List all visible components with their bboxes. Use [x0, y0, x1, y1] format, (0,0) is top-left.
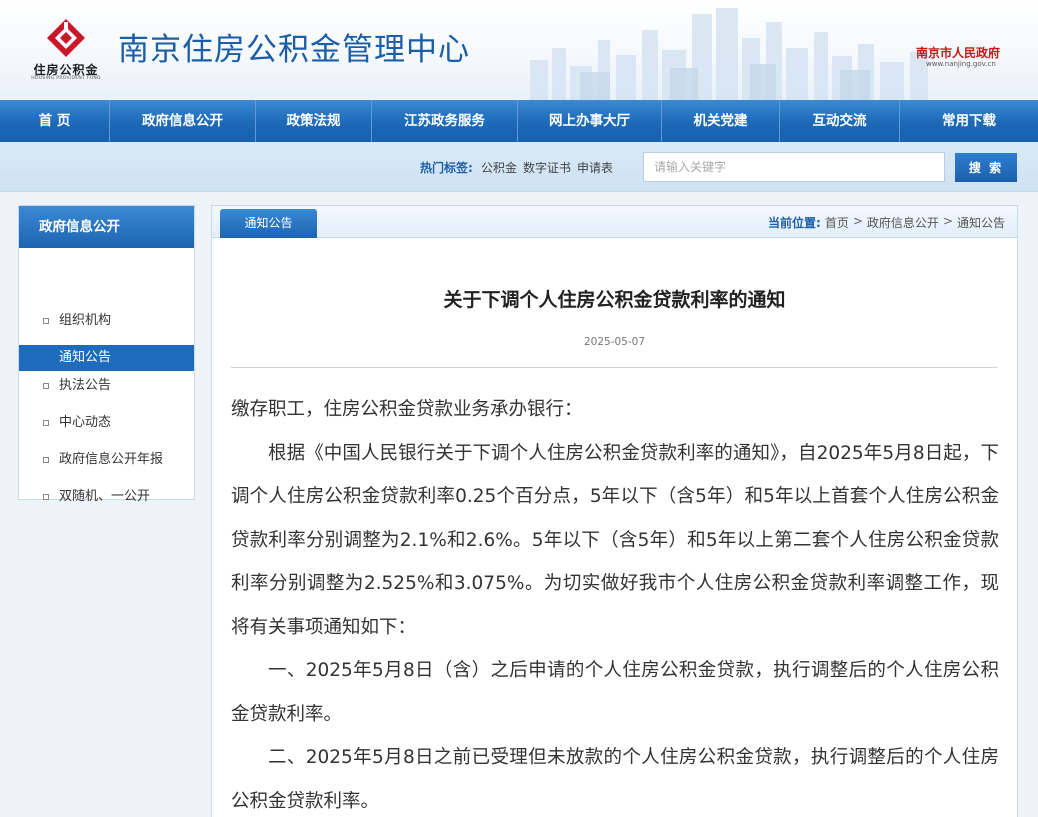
article-paragraph: 一、2025年5月8日（含）之后申请的个人住房公积金贷款，执行调整后的个人住房公… [231, 660, 999, 725]
site-title: 南京住房公积金管理中心 [118, 32, 470, 68]
title-divider [231, 367, 998, 368]
gov-url: www.nanjing.gov.cn [926, 60, 996, 68]
sidebar-item-enforcement[interactable]: 执法公告 [19, 373, 194, 399]
article-paragraph: 根据《中国人民银行关于下调个人住房公积金贷款利率的通知》，自2025年5月8日起… [231, 442, 999, 638]
article-salutation: 缴存职工，住房公积金贷款业务承办银行： [231, 399, 583, 420]
search-bar: 热门标签: 公积金 数字证书 申请表 搜 索 [0, 142, 1038, 192]
nav-item-home[interactable]: 首 页 [0, 100, 110, 142]
hot-tag[interactable]: 数字证书 [523, 159, 571, 176]
sidebar-item-label: 通知公告 [59, 350, 112, 365]
square-bullet-icon [43, 494, 49, 500]
sidebar-title: 政府信息公开 [19, 206, 194, 248]
sidebar-item-random-inspection[interactable]: 双随机、一公开 [19, 484, 194, 510]
nav-item-gov-info[interactable]: 政府信息公开 [110, 100, 256, 142]
content-header-bar: 通知公告 当前位置: 首页 > 政府信息公开 > 通知公告 [212, 206, 1017, 238]
nav-item-jiangsu-service[interactable]: 江苏政务服务 [372, 100, 518, 142]
housing-fund-logo-icon [47, 19, 85, 57]
sidebar-item-notices[interactable]: 通知公告 [19, 345, 194, 371]
search-input[interactable] [643, 152, 945, 182]
nav-item-policy[interactable]: 政策法规 [256, 100, 372, 142]
city-skyline-graphic [530, 8, 928, 100]
square-bullet-icon [43, 318, 49, 324]
breadcrumb-separator: > [942, 214, 953, 228]
sidebar-item-news[interactable]: 中心动态 [19, 410, 194, 436]
sidebar-item-label: 中心动态 [59, 415, 112, 430]
breadcrumb-link-home[interactable]: 首页 [825, 214, 849, 231]
gov-name: 南京市人民政府 [916, 46, 1001, 60]
logo-text-en: HOUSING PROVIDENT FUND [31, 76, 101, 81]
hot-tags: 公积金 数字证书 申请表 [481, 159, 613, 176]
article-paragraph: 二、2025年5月8日之前已受理但未放款的个人住房公积金贷款，执行调整后的个人住… [231, 747, 999, 812]
square-bullet-icon [43, 383, 49, 389]
sidebar-item-label: 政府信息公开年报 [59, 452, 164, 467]
sidebar: 政府信息公开 组织机构 通知公告 执法公告 中心动态 政府信息公开年报 双随机、… [18, 205, 195, 504]
square-bullet-icon [43, 457, 49, 463]
site-header: 住房公积金 HOUSING PROVIDENT FUND 南京住房公积金管理中心… [0, 0, 1038, 100]
nav-item-downloads[interactable]: 常用下载 [900, 100, 1038, 142]
breadcrumb-label: 当前位置: [768, 216, 821, 230]
hot-tag[interactable]: 申请表 [577, 159, 613, 176]
search-button[interactable]: 搜 索 [955, 153, 1017, 182]
breadcrumb-link-notices[interactable]: 通知公告 [957, 214, 1005, 231]
nav-item-interaction[interactable]: 互动交流 [780, 100, 900, 142]
sidebar-item-label: 组织机构 [59, 313, 112, 328]
article-title: 关于下调个人住房公积金贷款利率的通知 [443, 289, 786, 311]
nav-item-online-hall[interactable]: 网上办事大厅 [518, 100, 662, 142]
article-body: 缴存职工，住房公积金贷款业务承办银行： 根据《中国人民银行关于下调个人住房公积金… [231, 388, 999, 817]
hot-tags-label: 热门标签: [420, 161, 473, 175]
sidebar-item-annual-report[interactable]: 政府信息公开年报 [19, 447, 194, 473]
nanjing-gov-link[interactable]: 南京市人民政府 www.nanjing.gov.cn [910, 38, 1020, 78]
sidebar-item-label: 执法公告 [59, 378, 112, 393]
article-date: 2025-05-07 [583, 336, 646, 348]
square-bullet-icon [43, 420, 49, 426]
nav-item-party[interactable]: 机关党建 [662, 100, 780, 142]
breadcrumb-separator: > [852, 214, 863, 228]
breadcrumb-link-gov-info[interactable]: 政府信息公开 [867, 214, 939, 231]
main-content: 通知公告 当前位置: 首页 > 政府信息公开 > 通知公告 关于下调个人住房公积… [211, 205, 1018, 817]
main-nav: 首 页 政府信息公开 政策法规 江苏政务服务 网上办事大厅 机关党建 互动交流 … [0, 100, 1038, 142]
hot-tag[interactable]: 公积金 [481, 159, 517, 176]
sidebar-item-label: 双随机、一公开 [59, 489, 151, 504]
site-logo[interactable]: 住房公积金 HOUSING PROVIDENT FUND [22, 18, 110, 84]
tab-notices[interactable]: 通知公告 [220, 209, 317, 238]
sidebar-item-organization[interactable]: 组织机构 [19, 308, 194, 334]
breadcrumb: 当前位置: 首页 > 政府信息公开 > 通知公告 [768, 214, 1005, 231]
